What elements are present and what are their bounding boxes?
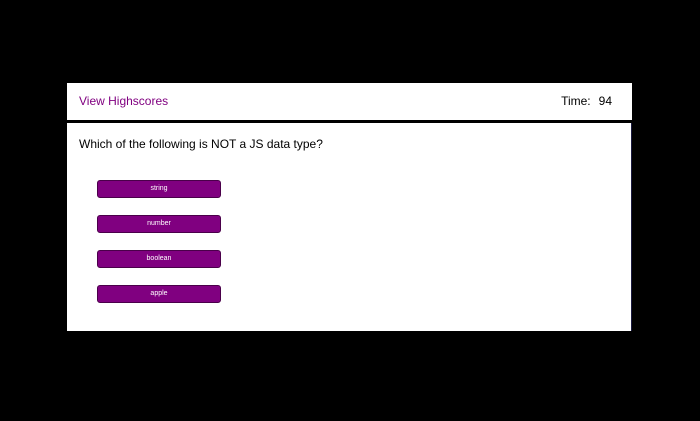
answer-button-apple[interactable]: apple: [97, 285, 221, 303]
view-highscores-link[interactable]: View Highscores: [79, 94, 168, 108]
question-card: Which of the following is NOT a JS data …: [67, 123, 632, 331]
header-bar: View Highscores Time: 94: [67, 83, 632, 120]
timer-value: 94: [598, 94, 612, 108]
question-text: Which of the following is NOT a JS data …: [79, 137, 323, 151]
quiz-page: View Highscores Time: 94 Which of the fol…: [0, 0, 700, 421]
timer-label: Time:: [561, 94, 591, 108]
answer-button-string[interactable]: string: [97, 180, 221, 198]
timer: Time: 94: [561, 94, 612, 108]
answer-button-number[interactable]: number: [97, 215, 221, 233]
answer-button-boolean[interactable]: boolean: [97, 250, 221, 268]
